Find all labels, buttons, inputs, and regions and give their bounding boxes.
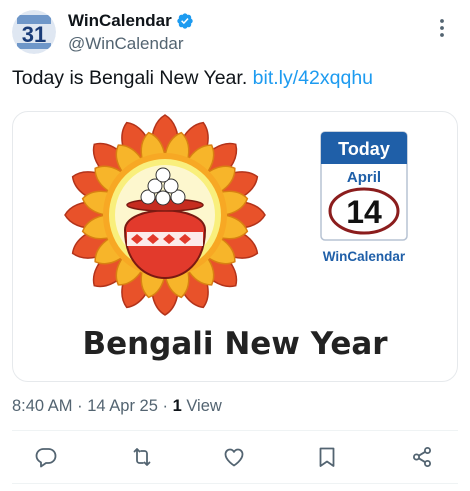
tweet-meta: 8:40 AM · 14 Apr 25 · 1 View [12,397,222,416]
more-icon[interactable] [430,16,454,40]
calendar-day: 14 [346,194,382,230]
views-label: View [186,397,222,415]
meta-separator: · [162,397,173,415]
views-count: 1 [172,397,182,415]
tweet-time[interactable]: 8:40 AM [12,397,73,415]
mandala-illustration [64,114,266,316]
like-icon[interactable] [222,445,246,469]
meta-separator: · [77,397,88,415]
avatar[interactable]: 31 [12,10,56,54]
tweet-body: Today is Bengali New Year. [12,67,248,89]
divider [12,483,458,484]
calendar-brand: WinCalendar [323,249,406,264]
calendar-month: April [347,169,381,186]
tweet-header: 31 WinCalendar @WinCalendar [12,8,458,58]
retweet-icon[interactable] [130,445,154,469]
author-info: WinCalendar @WinCalendar [68,10,194,54]
calendar-icon: Today April 14 WinCalendar [320,131,408,264]
verified-badge-icon [177,13,193,29]
reply-icon[interactable] [34,445,58,469]
calendar-header: Today [338,139,390,159]
tweet-link[interactable]: bit.ly/42xqqhu [253,67,373,89]
avatar-text: 31 [22,22,46,47]
share-icon[interactable] [410,445,434,469]
display-name[interactable]: WinCalendar [68,11,172,31]
media-title: Bengali New Year [82,326,388,362]
tweet-date[interactable]: 14 Apr 25 [87,397,158,415]
media-card[interactable]: Bengali New Year Today April 14 WinCalen… [12,111,458,382]
tweet-text: Today is Bengali New Year. bit.ly/42xqqh… [12,66,373,90]
handle[interactable]: @WinCalendar [68,34,194,54]
action-bar [12,441,458,473]
divider [12,430,458,431]
bookmark-icon[interactable] [315,445,339,469]
